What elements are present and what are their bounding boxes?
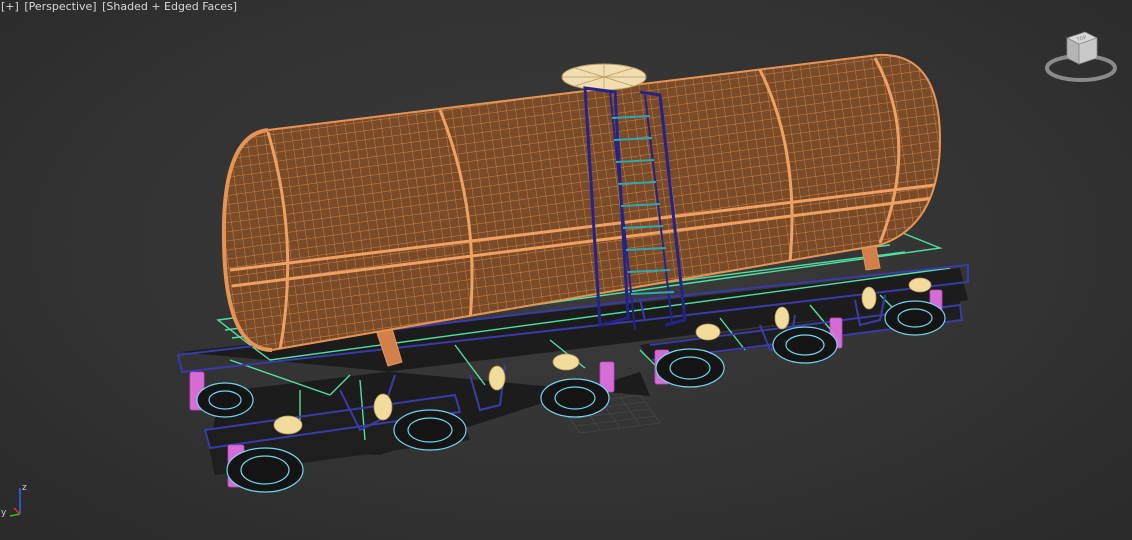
- axis-tripod: z y: [1, 483, 27, 518]
- axis-y-label: y: [1, 508, 7, 518]
- perspective-viewport[interactable]: z y: [0, 0, 1132, 540]
- viewcube[interactable]: TOP: [1043, 28, 1119, 88]
- axis-z-label: z: [22, 483, 27, 493]
- viewport-pov-menu[interactable]: [Perspective]: [24, 0, 96, 13]
- viewport-plus-menu[interactable]: [+]: [1, 0, 19, 13]
- viewport-shading-menu[interactable]: [Shaded + Edged Faces]: [102, 0, 237, 13]
- viewport-label-bar: [+] [Perspective] [Shaded + Edged Faces]: [1, 0, 239, 14]
